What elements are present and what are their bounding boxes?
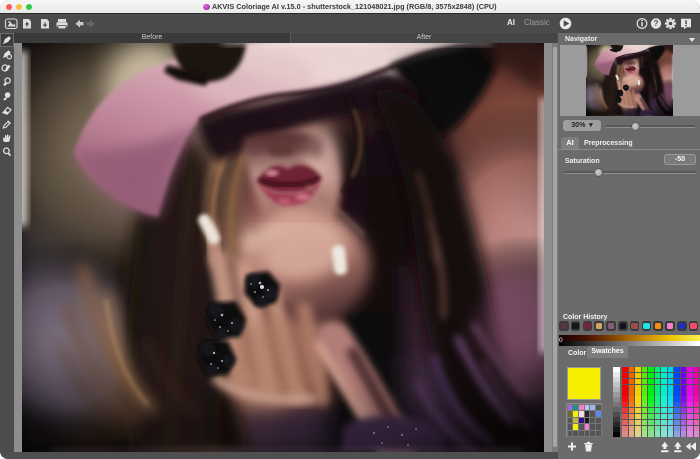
svg-text:?: ? [654,19,659,28]
